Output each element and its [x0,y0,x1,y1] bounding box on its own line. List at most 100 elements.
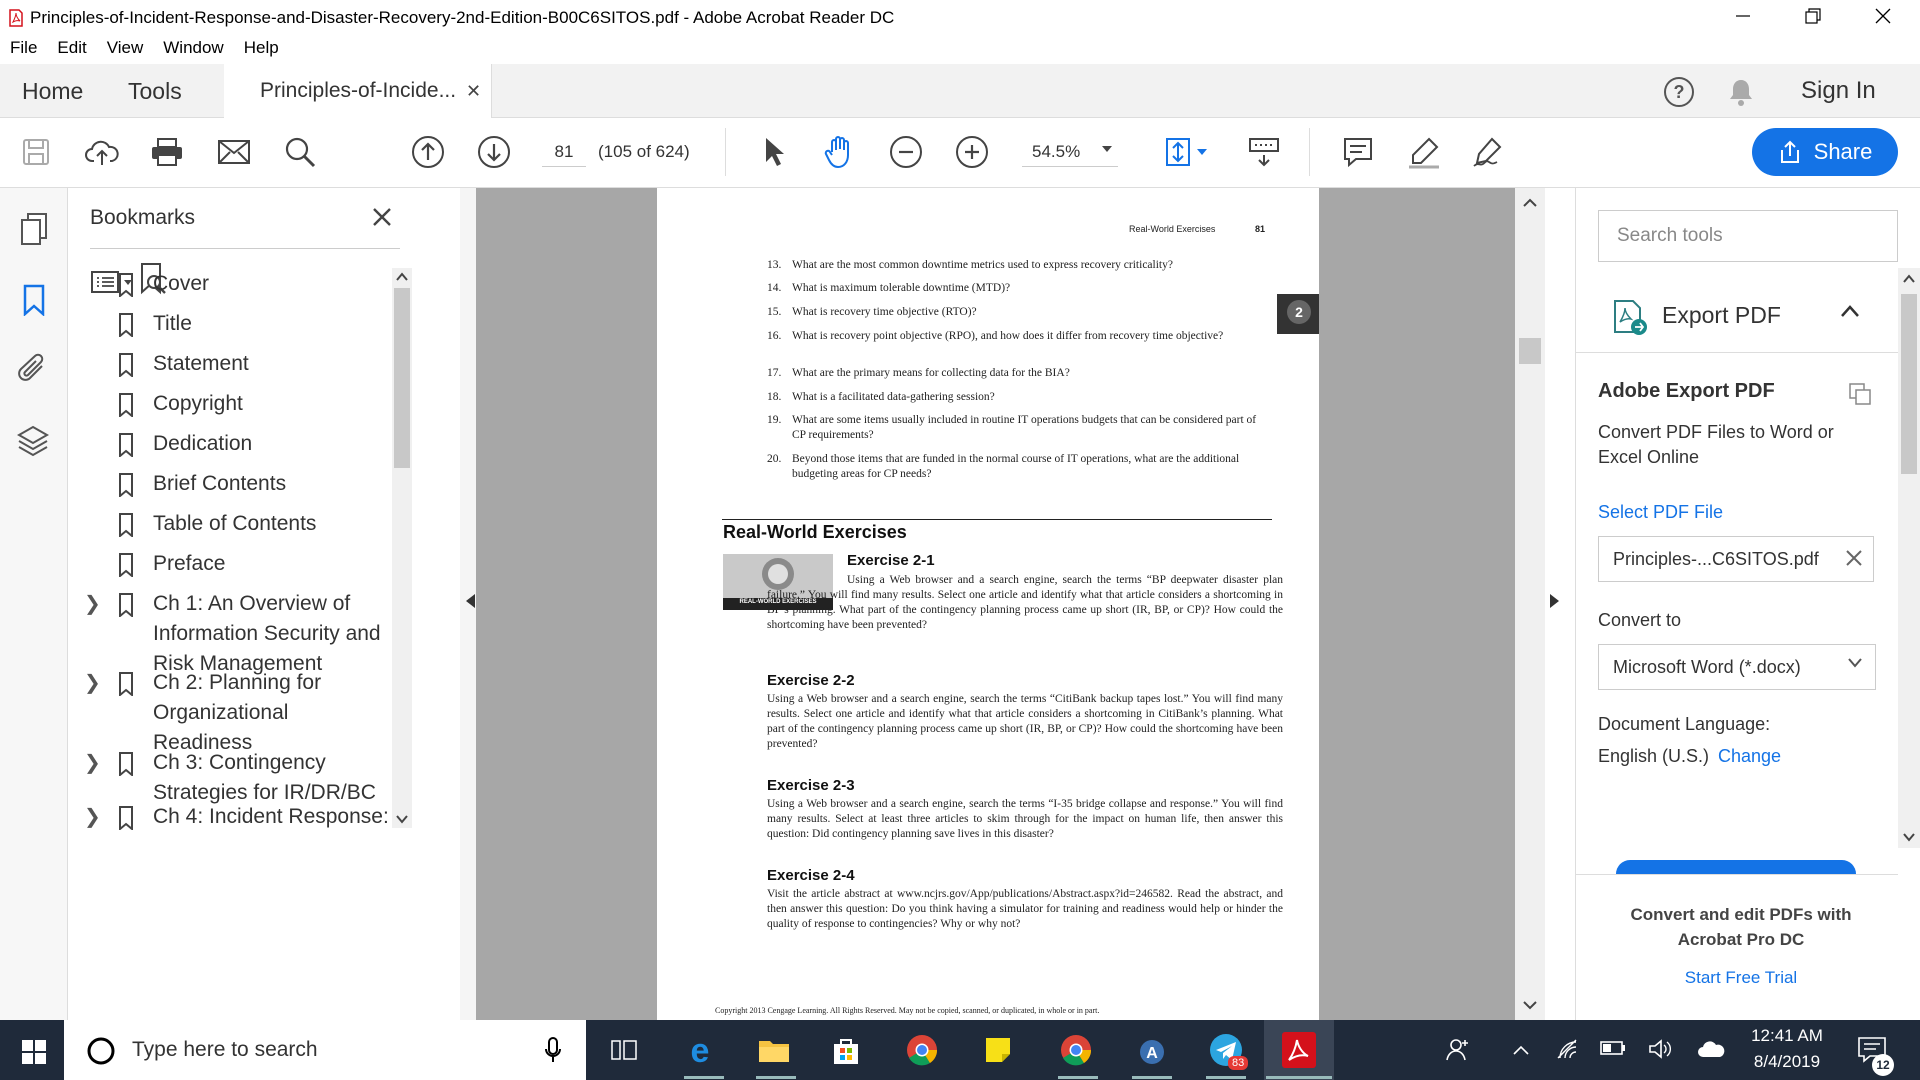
zoom-out-icon[interactable] [886,132,926,172]
show-hidden-icons-chevron[interactable] [1512,1044,1530,1056]
edge-browser-icon[interactable]: e [684,1034,716,1066]
share-button[interactable]: Share [1752,128,1898,176]
running-indicator [1058,1076,1098,1079]
convert-button-partial[interactable] [1616,860,1856,874]
document-scrollbar[interactable] [1515,188,1545,1020]
tab-close-icon[interactable]: ✕ [466,64,481,118]
sign-in-button[interactable]: Sign In [1801,64,1876,118]
comment-icon[interactable] [1338,132,1378,172]
bookmark-label: Title [153,312,192,335]
search-icon[interactable] [280,132,320,172]
page-number-input[interactable]: 81 [542,142,586,167]
scroll-mode-icon[interactable] [1244,132,1284,172]
zoom-select[interactable]: 54.5% [1022,142,1118,167]
tab-document[interactable]: Principles-of-Incide... ✕ [224,64,492,118]
bookmark-item[interactable]: ❯ Ch 1: An Overview of Information Securi… [68,589,388,679]
volume-icon[interactable] [1648,1038,1674,1060]
collapse-left-panel-icon[interactable] [466,594,476,608]
help-icon[interactable]: ? [1663,76,1695,108]
scrollbar-thumb[interactable] [394,288,410,468]
attachments-paperclip-icon[interactable] [16,352,50,386]
close-panel-icon[interactable] [371,206,393,228]
people-icon[interactable] [1446,1038,1472,1062]
running-indicator [1132,1076,1172,1079]
question-number: 13. [767,259,782,271]
question-text: What is recovery time objective (RTO)? [792,306,977,318]
acrobat-reader-icon[interactable] [1282,1032,1316,1068]
microphone-icon[interactable] [544,1036,562,1064]
next-page-icon[interactable] [474,132,514,172]
restore-icon[interactable] [1803,6,1823,26]
print-icon[interactable] [147,132,187,172]
upload-cloud-icon[interactable] [82,132,122,172]
highlight-pen-icon[interactable] [1404,132,1444,172]
tools-scrollbar[interactable] [1898,268,1920,848]
format-select[interactable]: Microsoft Word (*.docx) [1598,644,1876,690]
taskbar-search-box[interactable]: Type here to search [64,1020,586,1080]
tab-home[interactable]: Home [22,64,83,118]
running-indicator [1266,1076,1332,1079]
menu-view[interactable]: View [107,36,144,58]
previous-page-icon[interactable] [408,132,448,172]
menu-file[interactable]: File [10,36,37,58]
chevron-up-icon[interactable] [1840,304,1860,318]
toolbar-divider [1309,128,1310,176]
bookmarks-icon[interactable] [22,284,46,316]
expand-chevron-icon[interactable]: ❯ [84,589,101,619]
exercise-text: Using a Web browser and a search engine,… [767,574,1283,631]
tab-tools[interactable]: Tools [128,64,182,118]
expand-chevron-icon[interactable]: ❯ [84,748,101,778]
select-cursor-icon[interactable] [754,132,794,172]
minimize-icon[interactable] [1733,6,1753,26]
convert-to-label: Convert to [1598,610,1682,630]
clock-date[interactable]: 8/4/2019 [1742,1052,1832,1072]
windows-start-icon[interactable] [22,1040,46,1064]
menu-help[interactable]: Help [244,36,279,58]
exercise-title: Exercise 2-4 [767,867,855,884]
onedrive-cloud-icon[interactable] [1696,1040,1726,1058]
bookmark-item[interactable]: ❯ Ch 3: Contingency Strategies for IR/DR/… [68,748,388,808]
change-language-link[interactable]: Change [1718,746,1781,767]
app-launcher-icon[interactable]: A [1134,1032,1170,1068]
scrollbar-thumb[interactable] [1519,338,1541,364]
selected-file-field[interactable]: Principles-...C6SITOS.pdf [1598,536,1874,582]
chrome-icon[interactable] [906,1034,938,1066]
left-navigation-rail [0,188,68,1020]
bookmark-item[interactable]: ❯ Ch 2: Planning for Organizational Readi… [68,668,388,758]
hand-tool-icon[interactable] [820,132,860,172]
question-number: 18. [767,391,782,403]
fit-page-icon[interactable] [1158,132,1214,172]
search-tools-input[interactable]: Search tools [1598,210,1898,262]
layers-icon[interactable] [16,424,50,458]
chrome-icon[interactable] [1060,1034,1092,1066]
toolbar: 81 (105 of 624) 54.5% Share [0,118,1920,188]
collapse-right-panel-icon[interactable] [1550,594,1560,608]
save-icon[interactable] [16,132,56,172]
zoom-in-icon[interactable] [952,132,992,172]
bookmark-item[interactable]: ❯ Ch 4: Incident Response: [68,802,388,832]
scrollbar-thumb[interactable] [1901,294,1917,474]
email-icon[interactable] [214,132,254,172]
wifi-icon[interactable] [1556,1038,1578,1060]
clock-time[interactable]: 12:41 AM [1742,1026,1832,1046]
sticky-notes-icon[interactable] [984,1036,1012,1064]
task-view-icon[interactable] [610,1037,638,1063]
expand-chevron-icon[interactable]: ❯ [84,668,101,698]
question-text: What is maximum tolerable downtime (MTD)… [792,282,1011,294]
menu-window[interactable]: Window [163,36,223,58]
clear-file-icon[interactable] [1845,549,1863,567]
battery-icon[interactable] [1600,1040,1626,1056]
export-pdf-title[interactable]: Export PDF [1662,302,1781,329]
notification-bell-icon[interactable] [1726,77,1756,107]
start-free-trial-link[interactable]: Start Free Trial [1616,968,1866,988]
copy-icon[interactable] [1848,382,1872,406]
close-icon[interactable] [1873,6,1893,26]
menu-edit[interactable]: Edit [57,36,86,58]
sign-pen-icon[interactable] [1470,132,1510,172]
page-thumbnails-icon[interactable] [18,212,50,246]
svg-text:A: A [1146,1045,1158,1062]
file-explorer-icon[interactable] [758,1036,790,1064]
expand-chevron-icon[interactable]: ❯ [84,802,101,832]
store-icon[interactable] [830,1034,862,1066]
bookmarks-scrollbar[interactable] [392,268,412,828]
